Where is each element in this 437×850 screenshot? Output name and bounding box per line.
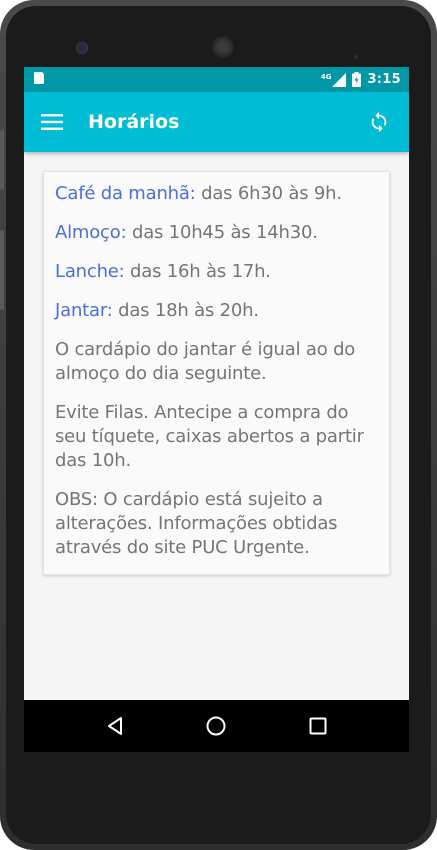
meal-hours: das 10h45 às 14h30. (131, 222, 318, 243)
battery-icon (352, 72, 362, 87)
page-title: Horários (88, 111, 180, 133)
network-type-label: 4G (320, 72, 332, 81)
menu-button[interactable] (40, 110, 64, 134)
back-icon (107, 717, 122, 735)
sd-card-icon (34, 71, 44, 84)
back-button[interactable] (100, 711, 130, 741)
meal-hours: das 16h às 17h. (130, 261, 271, 282)
home-icon (206, 716, 226, 736)
meal-row-breakfast: Café da manhã: das 6h30 às 9h. (55, 182, 379, 206)
hamburger-menu-icon (41, 114, 63, 130)
status-bar: 4G 3:15 (24, 67, 409, 92)
refresh-button[interactable] (365, 108, 393, 136)
app-bar: Horários (24, 92, 409, 152)
recents-button[interactable] (303, 711, 333, 741)
meal-label: Lanche: (55, 261, 125, 282)
note-disclaimer: OBS: O cardápio está sujeito a alteraçõe… (55, 489, 338, 558)
content-area: Café da manhã: das 6h30 às 9h. Almoço: d… (24, 152, 409, 575)
meal-label: Café da manhã: (55, 183, 196, 204)
meal-label: Almoço: (55, 222, 127, 243)
meal-row-dinner: Jantar: das 18h às 20h. (55, 299, 379, 323)
schedule-card: Café da manhã: das 6h30 às 9h. Almoço: d… (43, 171, 390, 575)
meal-hours: das 6h30 às 9h. (201, 183, 342, 204)
status-time: 3:15 (367, 72, 401, 87)
front-camera-icon (76, 42, 88, 54)
meal-hours: das 18h às 20h. (118, 300, 259, 321)
recents-icon (309, 717, 327, 735)
screen: 4G 3:15 Horários Café da manhã: das 6h30… (24, 67, 409, 752)
home-button[interactable] (201, 711, 231, 741)
meal-row-lunch: Almoço: das 10h45 às 14h30. (55, 221, 379, 245)
meal-row-snack: Lanche: das 16h às 17h. (55, 260, 379, 284)
phone-frame: 4G 3:15 Horários Café da manhã: das 6h30… (0, 0, 437, 850)
refresh-icon (371, 111, 387, 133)
navigation-bar (24, 700, 409, 752)
speaker-grille-icon (212, 36, 234, 58)
power-button (0, 230, 4, 310)
note-dinner-menu: O cardápio do jantar é igual ao do almoç… (55, 339, 356, 384)
volume-button (0, 130, 4, 190)
signal-icon (332, 72, 347, 87)
meal-label: Jantar: (55, 300, 113, 321)
note-avoid-queues: Evite Filas. Antecipe a compra do seu tí… (55, 402, 364, 471)
proximity-sensors-icon (354, 44, 374, 78)
